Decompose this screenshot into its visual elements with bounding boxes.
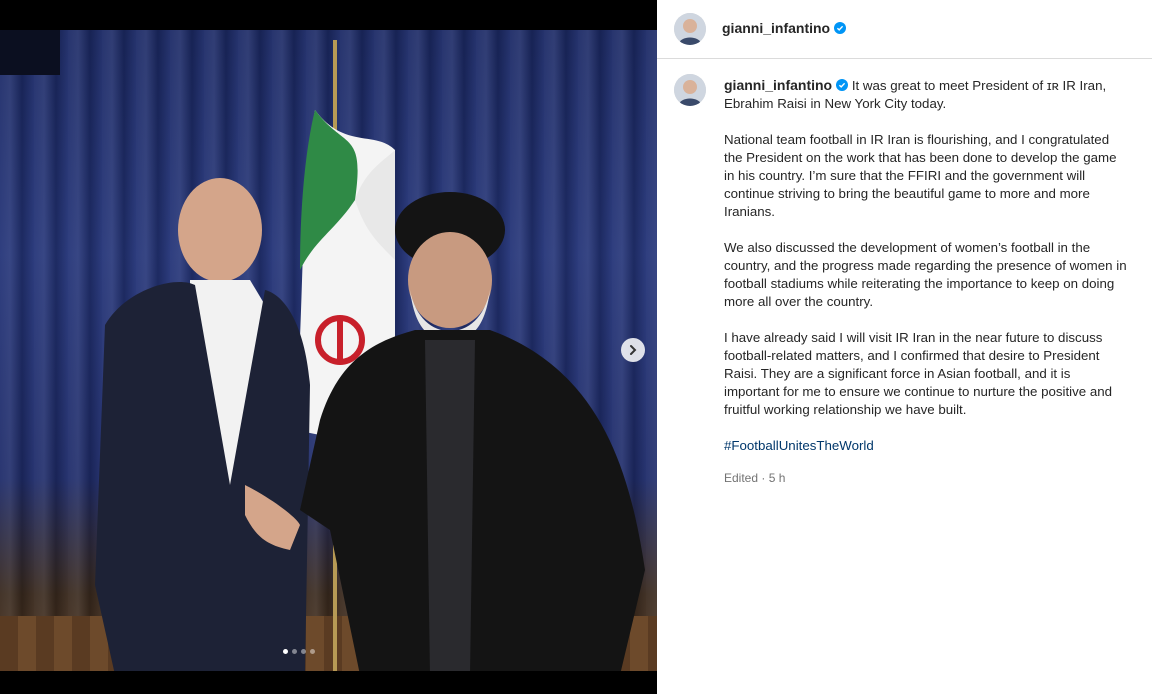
caption: gianni_infantino It was great to meet Pr…	[724, 76, 1129, 487]
avatar[interactable]	[674, 13, 706, 45]
caption-paragraph: National team football in IR Iran is flo…	[724, 132, 1117, 219]
post-photo[interactable]	[0, 30, 657, 671]
post-header: gianni_infantino	[657, 0, 1152, 59]
caption-intro-line: gianni_infantino It was great to meet Pr…	[724, 76, 1129, 113]
avatar[interactable]	[674, 74, 706, 106]
chevron-right-icon	[630, 345, 637, 355]
lamp-shape	[0, 30, 60, 75]
person-left-figure	[95, 178, 310, 671]
carousel-dot[interactable]	[301, 649, 306, 654]
hashtag-link[interactable]: #FootballUnitesTheWorld	[724, 438, 874, 453]
carousel-dot[interactable]	[292, 649, 297, 654]
post-sidebar: gianni_infantino gianni_infantino It was…	[657, 0, 1152, 694]
post-meta: Edited · 5 h	[724, 471, 786, 485]
caption-username[interactable]: gianni_infantino	[724, 77, 832, 93]
header-username[interactable]: gianni_infantino	[722, 20, 847, 36]
person-right-figure	[300, 192, 645, 671]
caption-paragraph: We also discussed the development of wom…	[724, 240, 1127, 309]
carousel-dot-active[interactable]	[283, 649, 288, 654]
verified-badge-icon	[836, 79, 849, 91]
username-text[interactable]: gianni_infantino	[722, 20, 830, 36]
caption-paragraph: I have already said I will visit IR Iran…	[724, 330, 1113, 417]
carousel-dot[interactable]	[310, 649, 315, 654]
carousel-dots	[283, 649, 315, 654]
carousel-next-button[interactable]	[621, 338, 645, 362]
verified-badge-icon	[834, 22, 847, 34]
post-media-pane	[0, 0, 657, 694]
